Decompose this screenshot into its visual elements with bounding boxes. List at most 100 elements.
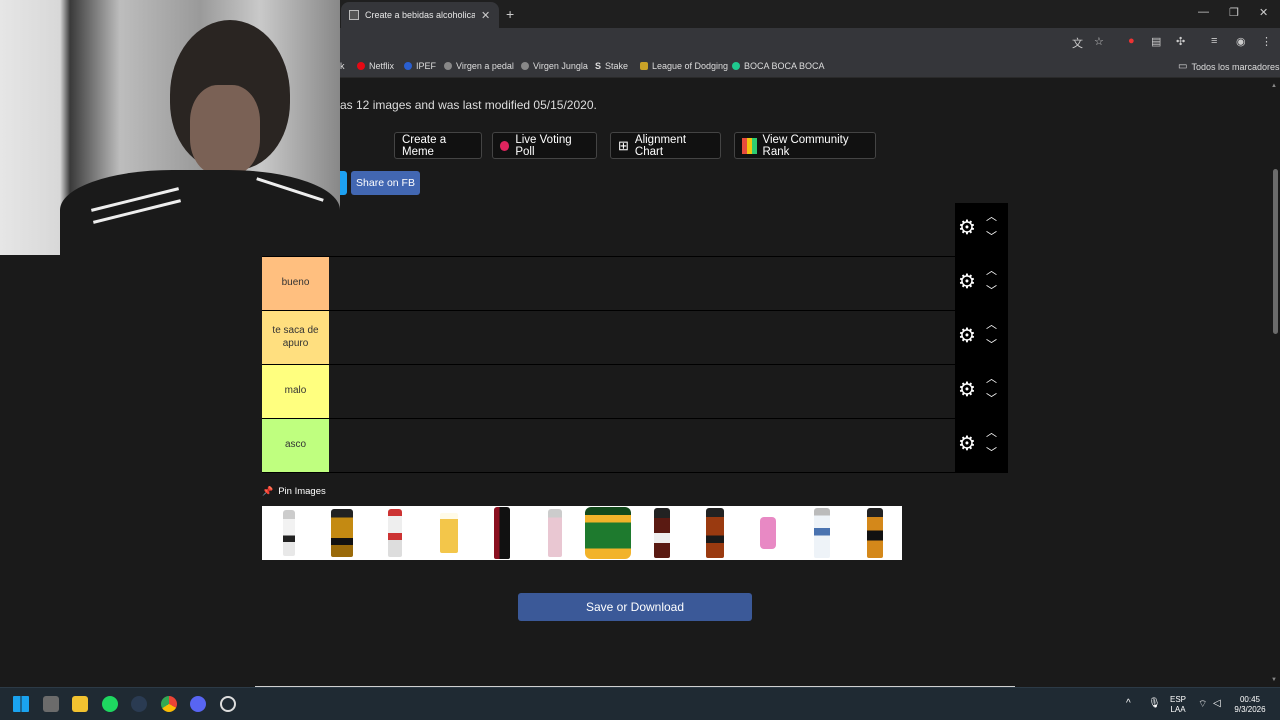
clock[interactable]: 00:45 9/3/2026 [1230,695,1270,714]
tier-drop-zone[interactable] [329,257,955,310]
drink-image-white-rum[interactable] [262,506,315,560]
tier-drop-zone[interactable] [329,203,955,256]
tier-label[interactable]: malo [262,365,329,418]
save-download-button[interactable]: Save or Download [518,593,752,621]
bookmark-ipef[interactable]: IPEF [404,61,436,71]
gear-icon[interactable]: ⚙ [958,272,976,292]
chevron-down-icon[interactable]: ﹀ [986,448,997,459]
scroll-down-icon[interactable]: ▼ [1271,677,1277,683]
scroll-up-icon[interactable]: ▲ [1271,83,1277,89]
drink-image-jagermeister[interactable] [582,506,635,560]
lang-bottom: LAA [1170,704,1186,714]
tier-drop-zone[interactable] [329,311,955,364]
drink-image-gin[interactable] [369,506,422,560]
tray-chevron-up-icon[interactable]: ^ [1126,698,1131,709]
tier-label[interactable]: bueno [262,257,329,310]
new-tab-button[interactable]: + [506,6,514,22]
view-community-rank-button[interactable]: View Community Rank [734,132,876,159]
tier-list: ⚙ ︿ ﹀ bueno ⚙ ︿ ﹀ te saca de apuro ⚙ ︿ ﹀… [262,203,1008,473]
gear-icon[interactable]: ⚙ [958,434,976,454]
close-window-icon[interactable]: ✕ [1259,6,1268,19]
translate-icon[interactable]: 文 [1072,35,1083,51]
menu-dots-icon[interactable]: ⋮ [1261,35,1272,48]
bookmark-star-icon[interactable]: ☆ [1094,35,1104,48]
drink-image-beer[interactable] [422,506,475,560]
microphone-icon[interactable]: 🎙 [1148,698,1161,709]
chevron-down-icon[interactable]: ﹀ [986,340,997,351]
chevron-up-icon[interactable]: ︿ [986,212,997,223]
bookmark-label: Virgen Jungla [533,61,588,71]
tier-drop-zone[interactable] [329,365,955,418]
discord-icon[interactable] [190,696,206,712]
drink-image-whisky-label[interactable] [848,506,901,560]
gear-icon[interactable]: ⚙ [958,326,976,346]
drink-image-red-label-bottle[interactable] [635,506,688,560]
extension-red-icon[interactable]: ● [1128,35,1135,47]
chrome-icon[interactable] [161,696,177,712]
alignment-chart-button[interactable]: ⊞ Alignment Chart [610,132,721,159]
extensions-puzzle-icon[interactable]: ✣ [1176,35,1185,48]
wifi-icon[interactable]: ⌔ [1198,698,1207,711]
profile-avatar-icon[interactable]: ◉ [1236,35,1246,48]
extension-icon[interactable]: ▤ [1151,35,1161,48]
task-app-icon[interactable] [43,696,59,712]
bookmark-stake[interactable]: S Stake [595,61,628,71]
minimize-icon[interactable]: — [1198,6,1209,18]
browser-tab[interactable]: Create a bebidas alcoholicas Ti ✕ [341,2,499,28]
chevron-down-icon[interactable]: ﹀ [986,286,997,297]
live-voting-poll-button[interactable]: Live Voting Poll [492,132,597,159]
volume-icon[interactable]: ◁ [1213,698,1221,709]
tier-controls: ⚙ ︿ ﹀ [955,257,1008,310]
share-fb-button[interactable]: Share on FB [351,171,420,195]
chevron-down-icon[interactable]: ﹀ [986,232,997,243]
bookmark-virgen-a-pedal[interactable]: Virgen a pedal [444,61,514,71]
file-explorer-icon[interactable] [72,696,88,712]
tier-drop-zone[interactable] [329,419,955,472]
tier-label[interactable]: te saca de apuro [262,311,329,364]
drink-image-wine[interactable] [475,506,528,560]
page-scrollbar[interactable]: ▲ ▼ [1270,79,1280,687]
drink-image-vodka[interactable] [795,506,848,560]
bookmark-label: League of Dodging [652,61,729,71]
lang-top: ESP [1169,695,1186,704]
windows-taskbar: ^ 🎙 ESP LAA ⌔ ◁ 00:45 9/3/2026 [0,687,1280,720]
tab-title: Create a bebidas alcoholicas Ti [365,10,475,20]
spotify-icon[interactable] [102,696,118,712]
bookmark-netflix[interactable]: Netflix [357,61,394,71]
pin-images-label: Pin Images [278,486,326,497]
tier-controls: ⚙ ︿ ﹀ [955,419,1008,472]
drink-image-pink-gin[interactable] [528,506,581,560]
create-meme-button[interactable]: Create a Meme [394,132,482,159]
boca-icon [732,62,740,70]
bookmark-partial[interactable]: k [340,61,345,71]
chevron-up-icon[interactable]: ︿ [986,266,997,277]
media-icon[interactable]: ≡ [1211,35,1217,47]
restore-icon[interactable]: ❐ [1229,6,1239,19]
bookmark-boca[interactable]: BOCA BOCA BOCA [732,61,825,71]
pin-images-toggle[interactable]: 📌 Pin Images [262,486,326,497]
gear-icon[interactable]: ⚙ [958,380,976,400]
drink-image-brandy[interactable] [688,506,741,560]
tab-close-icon[interactable]: ✕ [481,9,490,22]
windows-start-icon[interactable] [13,696,29,712]
chevron-up-icon[interactable]: ︿ [986,374,997,385]
task-app-icon-2[interactable] [220,696,236,712]
steam-icon[interactable] [131,696,147,712]
tier-label[interactable]: asco [262,419,329,472]
share-twitter-button[interactable] [340,171,347,195]
tier-row: ⚙ ︿ ﹀ [262,203,1008,257]
chevron-up-icon[interactable]: ︿ [986,320,997,331]
live-voting-label: Live Voting Poll [515,133,572,158]
bookmark-league-of-dodging[interactable]: League of Dodging [640,61,728,71]
virgen-icon [444,62,452,70]
language-indicator[interactable]: ESP LAA [1168,695,1188,714]
bookmarks-folder[interactable]: ▭ Todos los marcadores [1178,61,1280,72]
drink-image-whisky-bottle[interactable] [315,506,368,560]
ipef-icon [404,62,412,70]
chevron-up-icon[interactable]: ︿ [986,428,997,439]
gear-icon[interactable]: ⚙ [958,218,976,238]
drink-image-pink-flask[interactable] [742,506,795,560]
bookmark-virgen-jungla[interactable]: Virgen Jungla [521,61,588,71]
chevron-down-icon[interactable]: ﹀ [986,394,997,405]
scrollbar-thumb[interactable] [1273,169,1278,334]
